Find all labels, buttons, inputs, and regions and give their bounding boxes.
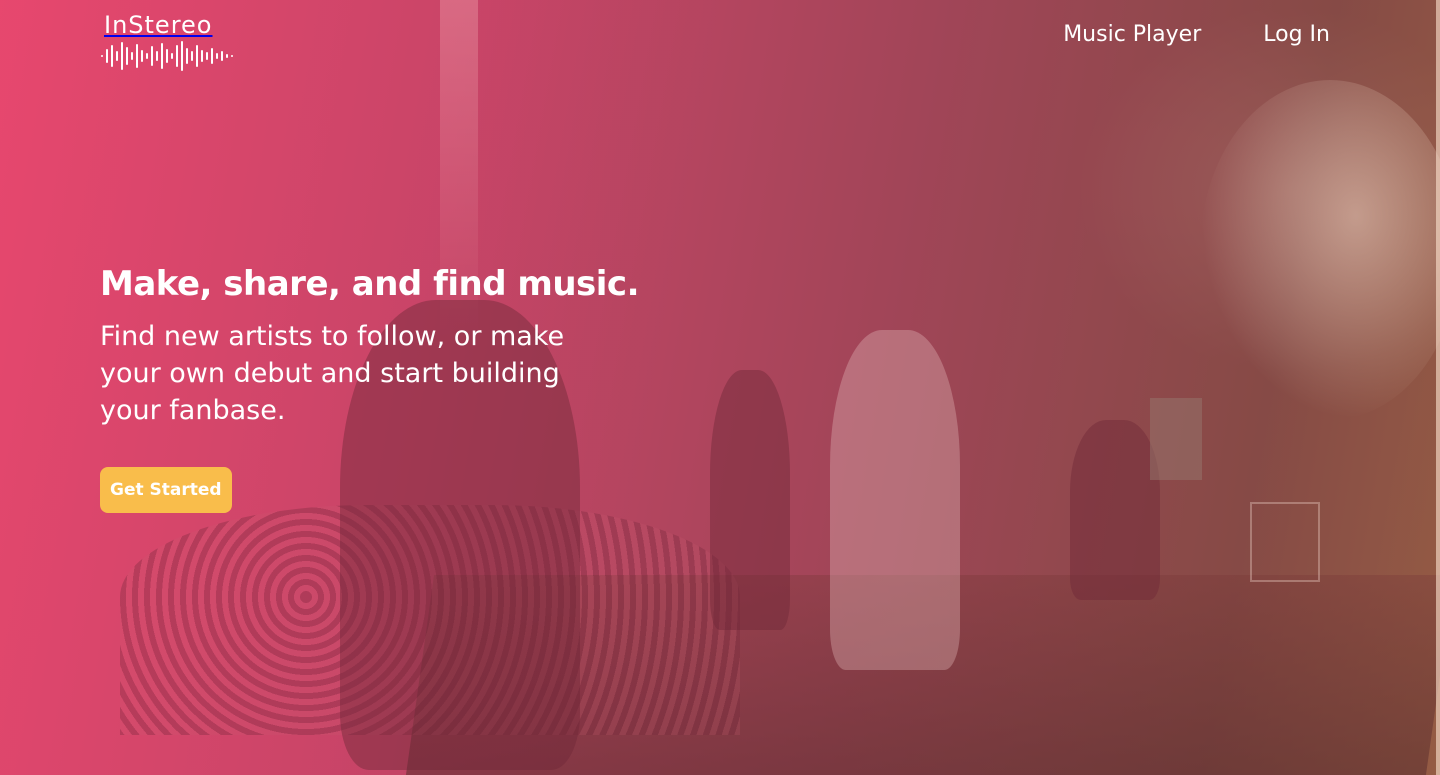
get-started-button[interactable]: Get Started bbox=[100, 467, 232, 513]
hero-section: InStereo Music Player Log In Make, share… bbox=[0, 0, 1440, 775]
nav-log-in[interactable]: Log In bbox=[1263, 20, 1330, 50]
hero-headline: Make, share, and find music. bbox=[100, 264, 640, 304]
hero-subheadline: Find new artists to follow, or make your… bbox=[100, 321, 565, 426]
crowd bbox=[120, 505, 740, 735]
stage-light-glow bbox=[1200, 80, 1440, 420]
speaker-cabinet bbox=[1150, 398, 1202, 480]
nav-music-player[interactable]: Music Player bbox=[1063, 20, 1201, 50]
hero-content: Make, share, and find music. Find new ar… bbox=[100, 262, 660, 513]
vocalist-figure bbox=[830, 330, 960, 670]
stage-floor bbox=[405, 575, 1440, 775]
logo-link[interactable]: InStereo bbox=[100, 12, 240, 72]
waveform-icon bbox=[101, 41, 233, 71]
bassist-figure bbox=[1070, 420, 1160, 600]
top-nav: Music Player Log In bbox=[1063, 20, 1330, 50]
performer-figure bbox=[710, 370, 790, 630]
brand-name: InStereo bbox=[104, 11, 213, 39]
equipment-case bbox=[1250, 502, 1320, 582]
page-edge bbox=[1436, 0, 1440, 775]
